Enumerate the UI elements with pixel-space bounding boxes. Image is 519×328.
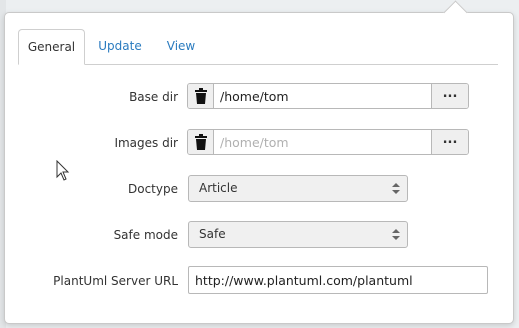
images-dir-input[interactable]: [215, 130, 431, 154]
up-down-caret-icon: [392, 229, 400, 240]
base-dir-input[interactable]: [215, 84, 431, 108]
up-down-caret-icon: [392, 183, 400, 194]
doctype-label: Doctype: [128, 182, 178, 196]
images-dir-browse-button[interactable]: ...: [431, 130, 468, 154]
images-dir-clear-button[interactable]: [188, 130, 214, 154]
mouse-pointer-icon: [56, 160, 70, 181]
tab-general[interactable]: General: [18, 29, 85, 65]
doctype-select[interactable]: Article: [188, 175, 408, 202]
safe-mode-select[interactable]: Safe: [188, 221, 408, 248]
safe-mode-value: Safe: [199, 227, 226, 241]
plantuml-url-label: PlantUml Server URL: [53, 274, 178, 288]
plantuml-url-input[interactable]: [188, 266, 488, 294]
tab-update[interactable]: Update: [90, 29, 150, 64]
images-dir-label: Images dir: [114, 136, 178, 150]
images-dir-group: ...: [187, 129, 469, 155]
trash-icon: [194, 134, 207, 150]
base-dir-browse-button[interactable]: ...: [431, 84, 468, 108]
base-dir-group: ...: [187, 83, 469, 109]
tab-view[interactable]: View: [161, 29, 201, 64]
doctype-value: Article: [199, 181, 238, 195]
base-dir-clear-button[interactable]: [188, 84, 214, 108]
tab-bar: General Update View: [18, 29, 498, 65]
base-dir-label: Base dir: [129, 90, 178, 104]
safe-mode-label: Safe mode: [113, 228, 178, 242]
trash-icon: [194, 88, 207, 104]
